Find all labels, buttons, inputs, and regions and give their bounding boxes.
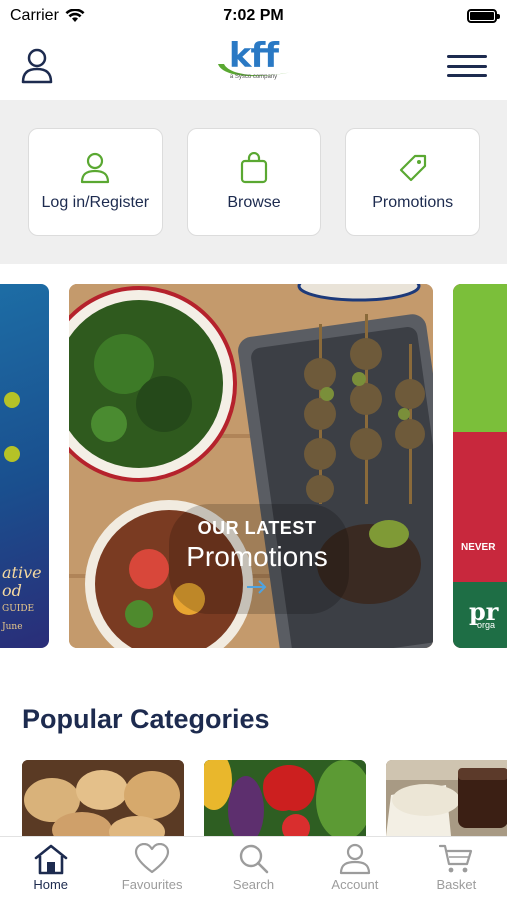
carousel-slide-next[interactable]: NEVER pr orga	[453, 284, 507, 648]
quick-actions: Log in/Register Browse Promotions	[0, 100, 507, 264]
status-left: Carrier	[10, 7, 85, 25]
promotions-label: Promotions	[372, 194, 454, 211]
logo-text: kff	[228, 36, 279, 76]
app-header: kff a Sysco company	[0, 32, 507, 100]
login-register-button[interactable]: Log in/Register	[28, 128, 163, 236]
carrier-label: Carrier	[10, 7, 59, 24]
nav-favourites[interactable]: Favourites	[101, 837, 202, 900]
popular-categories-title: Popular Categories	[22, 704, 270, 734]
category-list	[22, 760, 507, 836]
tag-icon	[399, 154, 426, 182]
category-tile-vegetables[interactable]	[204, 760, 366, 836]
login-register-label: Log in/Register	[41, 194, 150, 211]
arrow-right-icon[interactable]	[177, 577, 337, 600]
promo-title: Promotions	[186, 541, 328, 572]
pepper-decoration	[4, 392, 20, 408]
search-icon	[239, 844, 268, 874]
slide-green-panel	[453, 284, 507, 432]
nav-account[interactable]: Account	[304, 837, 405, 900]
browse-button[interactable]: Browse	[186, 128, 322, 236]
shopping-bag-icon	[240, 152, 268, 184]
slide-brand-text: pr orga	[469, 597, 498, 630]
nav-favourites-label: Favourites	[121, 877, 183, 892]
slide-caption-line2: od	[2, 581, 22, 600]
slide-caption-guide: GUIDE	[2, 604, 35, 614]
category-tile-bread[interactable]	[22, 760, 184, 836]
hamburger-menu-icon[interactable]	[447, 55, 487, 77]
nav-account-label: Account	[331, 877, 379, 892]
home-icon	[34, 844, 68, 875]
user-icon[interactable]	[20, 48, 54, 84]
bread-photo	[22, 760, 184, 836]
wifi-icon	[65, 9, 85, 22]
nav-basket-label: Basket	[436, 877, 477, 892]
category-tile-dairy[interactable]	[386, 760, 507, 836]
slide-never-text: NEVER	[461, 542, 496, 553]
heart-icon	[135, 843, 170, 874]
bottom-nav: Home Favourites Search Account Basket	[0, 836, 507, 900]
nav-basket[interactable]: Basket	[406, 837, 507, 900]
user-icon	[339, 843, 371, 875]
browse-label: Browse	[227, 194, 281, 211]
slide-caption-line1: ative	[2, 563, 42, 582]
logo-subtitle: a Sysco company	[229, 74, 278, 80]
promo-overlay: OUR LATEST Promotions	[177, 518, 337, 600]
status-bar: Carrier 7:02 PM	[0, 0, 507, 32]
nav-search[interactable]: Search	[203, 837, 304, 900]
pepper-decoration	[4, 446, 20, 462]
slide-caption: ative od GUIDE June	[2, 564, 42, 636]
promotions-button[interactable]: Promotions	[345, 128, 481, 236]
nav-home-label: Home	[33, 877, 69, 892]
vegetables-photo	[204, 760, 366, 836]
promo-carousel[interactable]: ative od GUIDE June OUR LATEST Promotion…	[0, 284, 507, 648]
nav-search-label: Search	[232, 877, 275, 892]
basket-icon	[439, 844, 473, 873]
battery-icon	[467, 9, 500, 23]
kff-logo[interactable]: kff a Sysco company	[209, 36, 299, 80]
nav-home[interactable]: Home	[0, 837, 101, 900]
slide-caption-month: June	[2, 622, 23, 632]
carousel-slide-promotions[interactable]: OUR LATEST Promotions	[69, 284, 433, 648]
promo-heading: OUR LATEST	[197, 518, 317, 538]
user-icon	[81, 152, 110, 184]
carousel-slide-previous[interactable]: ative od GUIDE June	[0, 284, 49, 648]
dairy-photo	[386, 760, 507, 836]
